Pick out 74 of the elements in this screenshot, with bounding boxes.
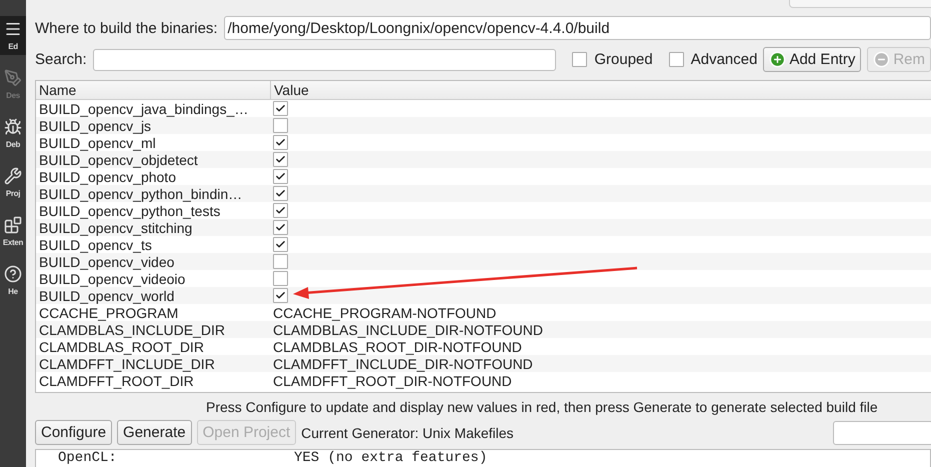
value-checkbox[interactable] <box>273 135 288 150</box>
value-cell: CLAMDBLAS_ROOT_DIR-NOTFOUND <box>273 338 522 354</box>
sidebar-item[interactable]: He <box>0 261 26 300</box>
value-checkbox[interactable] <box>273 271 288 286</box>
sidebar-item[interactable]: Ed <box>0 16 26 55</box>
sidebar-item[interactable]: Deb <box>0 114 26 153</box>
value-checkbox[interactable] <box>273 237 288 252</box>
value-cell: CLAMDFFT_INCLUDE_DIR-NOTFOUND <box>273 356 533 372</box>
check-icon <box>275 137 286 148</box>
value-checkbox[interactable] <box>273 101 288 116</box>
option-label: Advanced <box>690 51 758 68</box>
search-field[interactable] <box>92 48 556 70</box>
name-cell-text: BUILD_opencv_ts <box>38 236 153 252</box>
value-checkbox[interactable] <box>273 186 288 201</box>
menu-icon <box>4 20 22 38</box>
column-header[interactable]: Value <box>271 81 931 99</box>
generator-label: Current Generator: Unix Makefiles <box>301 424 515 440</box>
check-icon <box>275 222 286 233</box>
name-cell-text: BUILD_opencv_ml <box>38 134 157 150</box>
name-cell-text: BUILD_opencv_objdetect <box>38 152 199 168</box>
name-cell-text: BUILD_opencv_stitching <box>38 220 194 236</box>
name-cell-text: CLAMDFFT_ROOT_DIR <box>38 372 195 388</box>
column-header[interactable]: Name <box>36 81 271 99</box>
name-cell-text: BUILD_opencv_python_tests <box>38 202 222 218</box>
blocks-icon <box>4 216 22 234</box>
name-cell-text: BUILD_opencv_photo <box>38 168 177 184</box>
name-cell-text: CCACHE_PROGRAM <box>38 304 180 320</box>
sidebar-item[interactable]: Exten <box>0 212 26 251</box>
value-checkbox[interactable] <box>273 169 288 184</box>
name-cell-text: BUILD_opencv_videoio <box>38 270 186 286</box>
sidebar-item[interactable]: Proj <box>0 163 26 202</box>
check-icon <box>275 171 286 182</box>
status-message: Press Configure to update and display new values in red, then press Generate to generate selected build file <box>205 398 879 415</box>
value-cell: CCACHE_PROGRAM-NOTFOUND <box>273 304 496 320</box>
plus-icon <box>769 51 786 68</box>
add-entry-button[interactable]: Add Entry <box>763 47 862 72</box>
value-checkbox[interactable] <box>273 118 288 133</box>
value-cell: CLAMDFFT_ROOT_DIR-NOTFOUND <box>273 372 512 388</box>
value-checkbox[interactable] <box>273 254 288 269</box>
name-cell-text: BUILD_opencv_world <box>38 288 176 304</box>
pen-icon <box>4 69 22 87</box>
name-cell-text: CLAMDFFT_INCLUDE_DIR <box>38 356 216 372</box>
check-icon <box>275 239 286 250</box>
minus-icon <box>873 51 890 68</box>
name-cell-text: BUILD_opencv_video <box>38 254 176 270</box>
value-checkbox[interactable] <box>273 203 288 218</box>
value-checkbox[interactable] <box>273 220 288 235</box>
name-cell-text: BUILD_opencv_python_bindin… <box>38 186 244 202</box>
bug-icon <box>4 118 22 136</box>
input-field[interactable] <box>833 420 931 444</box>
value-checkbox[interactable] <box>273 288 288 303</box>
build-dir-field[interactable]: /home/yong/Desktop/Loongnix/opencv/opencv-4.4.0/build <box>224 16 931 40</box>
option-checkbox[interactable] <box>668 52 684 67</box>
action-button[interactable]: Generate <box>117 420 192 445</box>
check-icon <box>275 188 286 199</box>
value-cell: CLAMDBLAS_INCLUDE_DIR-NOTFOUND <box>273 322 543 338</box>
check-icon <box>275 103 286 114</box>
check-icon <box>275 205 286 216</box>
output-key: OpenCL: <box>58 450 294 467</box>
wrench-icon <box>4 167 22 185</box>
option-checkbox[interactable] <box>572 52 588 67</box>
build-dir-label: Where to build the binaries: <box>35 20 218 36</box>
name-cell-text: CLAMDBLAS_ROOT_DIR <box>38 338 205 354</box>
name-cell-text: BUILD_opencv_java_bindings_… <box>38 100 250 116</box>
option-label: Grouped <box>594 51 653 68</box>
action-button[interactable]: Configure <box>35 420 112 445</box>
help-icon <box>4 265 22 283</box>
name-cell-text: BUILD_opencv_js <box>38 118 152 134</box>
name-cell-text: CLAMDBLAS_INCLUDE_DIR <box>38 322 226 338</box>
value-checkbox[interactable] <box>273 152 288 167</box>
check-icon <box>275 154 286 165</box>
output-value: YES (no extra features) <box>294 450 488 467</box>
search-label: Search: <box>35 51 87 68</box>
check-icon <box>275 290 286 301</box>
